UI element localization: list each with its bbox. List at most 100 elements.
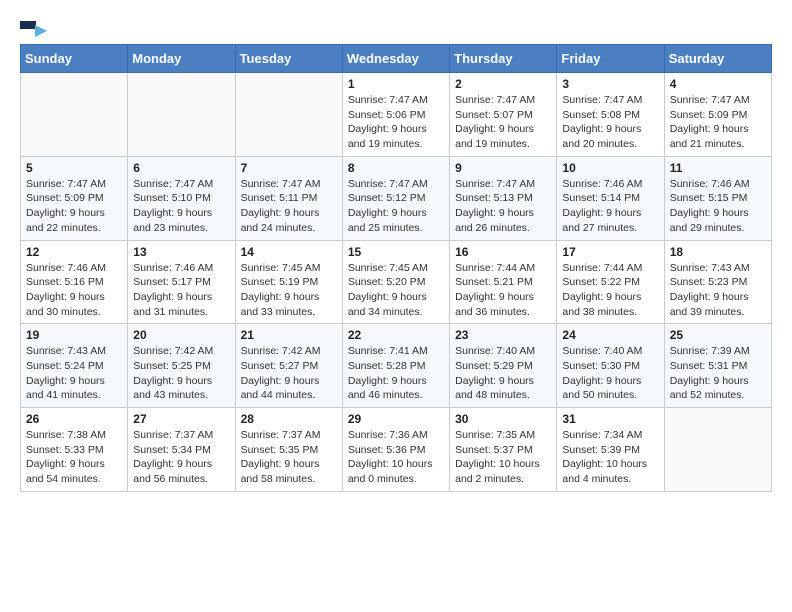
calendar-cell <box>664 408 771 492</box>
day-info: Sunrise: 7:37 AM Sunset: 5:34 PM Dayligh… <box>133 428 229 487</box>
calendar-cell: 8 Sunrise: 7:47 AM Sunset: 5:12 PM Daylig… <box>342 156 449 240</box>
calendar-cell: 7 Sunrise: 7:47 AM Sunset: 5:11 PM Daylig… <box>235 156 342 240</box>
day-number: 29 <box>348 412 444 426</box>
day-info: Sunrise: 7:42 AM Sunset: 5:25 PM Dayligh… <box>133 344 229 403</box>
day-number: 6 <box>133 161 229 175</box>
calendar-cell: 29 Sunrise: 7:36 AM Sunset: 5:36 PM Dayli… <box>342 408 449 492</box>
day-number: 1 <box>348 77 444 91</box>
day-number: 12 <box>26 245 122 259</box>
weekday-header-monday: Monday <box>128 45 235 73</box>
day-number: 31 <box>562 412 658 426</box>
weekday-header-sunday: Sunday <box>21 45 128 73</box>
calendar-cell: 31 Sunrise: 7:34 AM Sunset: 5:39 PM Dayli… <box>557 408 664 492</box>
day-info: Sunrise: 7:47 AM Sunset: 5:09 PM Dayligh… <box>26 177 122 236</box>
day-info: Sunrise: 7:40 AM Sunset: 5:29 PM Dayligh… <box>455 344 551 403</box>
calendar-week-row: 26 Sunrise: 7:38 AM Sunset: 5:33 PM Dayli… <box>21 408 772 492</box>
calendar-cell: 28 Sunrise: 7:37 AM Sunset: 5:35 PM Dayli… <box>235 408 342 492</box>
calendar-table: SundayMondayTuesdayWednesdayThursdayFrid… <box>20 44 772 492</box>
calendar-cell: 6 Sunrise: 7:47 AM Sunset: 5:10 PM Daylig… <box>128 156 235 240</box>
calendar-cell: 11 Sunrise: 7:46 AM Sunset: 5:15 PM Dayli… <box>664 156 771 240</box>
day-info: Sunrise: 7:47 AM Sunset: 5:13 PM Dayligh… <box>455 177 551 236</box>
weekday-header-tuesday: Tuesday <box>235 45 342 73</box>
day-number: 15 <box>348 245 444 259</box>
day-number: 19 <box>26 328 122 342</box>
calendar-cell: 24 Sunrise: 7:40 AM Sunset: 5:30 PM Dayli… <box>557 324 664 408</box>
calendar-cell: 4 Sunrise: 7:47 AM Sunset: 5:09 PM Daylig… <box>664 73 771 157</box>
day-number: 14 <box>241 245 337 259</box>
calendar-cell: 20 Sunrise: 7:42 AM Sunset: 5:25 PM Dayli… <box>128 324 235 408</box>
calendar-cell: 21Sunrise: 7:42 AM Sunset: 5:27 PM Dayli… <box>235 324 342 408</box>
day-number: 7 <box>241 161 337 175</box>
calendar-cell: 25Sunrise: 7:39 AM Sunset: 5:31 PM Dayli… <box>664 324 771 408</box>
day-info: Sunrise: 7:46 AM Sunset: 5:16 PM Dayligh… <box>26 261 122 320</box>
calendar-cell: 18 Sunrise: 7:43 AM Sunset: 5:23 PM Dayli… <box>664 240 771 324</box>
day-number: 9 <box>455 161 551 175</box>
day-info: Sunrise: 7:47 AM Sunset: 5:09 PM Dayligh… <box>670 93 766 152</box>
day-number: 5 <box>26 161 122 175</box>
day-info: Sunrise: 7:46 AM Sunset: 5:15 PM Dayligh… <box>670 177 766 236</box>
day-number: 27 <box>133 412 229 426</box>
day-info: Sunrise: 7:42 AM Sunset: 5:27 PM Dayligh… <box>241 344 337 403</box>
day-info: Sunrise: 7:43 AM Sunset: 5:23 PM Dayligh… <box>670 261 766 320</box>
calendar-week-row: 5 Sunrise: 7:47 AM Sunset: 5:09 PM Daylig… <box>21 156 772 240</box>
day-number: 20 <box>133 328 229 342</box>
calendar-cell: 19Sunrise: 7:43 AM Sunset: 5:24 PM Dayli… <box>21 324 128 408</box>
logo <box>20 16 36 34</box>
day-number: 26 <box>26 412 122 426</box>
page-header <box>20 16 772 34</box>
day-info: Sunrise: 7:40 AM Sunset: 5:30 PM Dayligh… <box>562 344 658 403</box>
day-number: 4 <box>670 77 766 91</box>
day-number: 11 <box>670 161 766 175</box>
day-info: Sunrise: 7:34 AM Sunset: 5:39 PM Dayligh… <box>562 428 658 487</box>
calendar-cell: 2Sunrise: 7:47 AM Sunset: 5:07 PM Daylig… <box>450 73 557 157</box>
day-info: Sunrise: 7:35 AM Sunset: 5:37 PM Dayligh… <box>455 428 551 487</box>
calendar-cell <box>128 73 235 157</box>
calendar-cell: 23 Sunrise: 7:40 AM Sunset: 5:29 PM Dayli… <box>450 324 557 408</box>
day-info: Sunrise: 7:47 AM Sunset: 5:07 PM Dayligh… <box>455 93 551 152</box>
day-info: Sunrise: 7:45 AM Sunset: 5:20 PM Dayligh… <box>348 261 444 320</box>
day-number: 16 <box>455 245 551 259</box>
day-info: Sunrise: 7:44 AM Sunset: 5:22 PM Dayligh… <box>562 261 658 320</box>
day-info: Sunrise: 7:47 AM Sunset: 5:06 PM Dayligh… <box>348 93 444 152</box>
day-info: Sunrise: 7:47 AM Sunset: 5:11 PM Dayligh… <box>241 177 337 236</box>
day-number: 23 <box>455 328 551 342</box>
calendar-cell: 22 Sunrise: 7:41 AM Sunset: 5:28 PM Dayli… <box>342 324 449 408</box>
day-number: 3 <box>562 77 658 91</box>
logo-arrow-icon <box>35 25 47 37</box>
page-container: SundayMondayTuesdayWednesdayThursdayFrid… <box>0 0 792 508</box>
calendar-cell: 27 Sunrise: 7:37 AM Sunset: 5:34 PM Dayli… <box>128 408 235 492</box>
day-number: 8 <box>348 161 444 175</box>
day-info: Sunrise: 7:36 AM Sunset: 5:36 PM Dayligh… <box>348 428 444 487</box>
day-info: Sunrise: 7:38 AM Sunset: 5:33 PM Dayligh… <box>26 428 122 487</box>
day-info: Sunrise: 7:47 AM Sunset: 5:08 PM Dayligh… <box>562 93 658 152</box>
calendar-cell: 9 Sunrise: 7:47 AM Sunset: 5:13 PM Daylig… <box>450 156 557 240</box>
day-info: Sunrise: 7:44 AM Sunset: 5:21 PM Dayligh… <box>455 261 551 320</box>
day-info: Sunrise: 7:47 AM Sunset: 5:10 PM Dayligh… <box>133 177 229 236</box>
calendar-cell: 30 Sunrise: 7:35 AM Sunset: 5:37 PM Dayli… <box>450 408 557 492</box>
calendar-week-row: 1 Sunrise: 7:47 AM Sunset: 5:06 PM Daylig… <box>21 73 772 157</box>
calendar-week-row: 12 Sunrise: 7:46 AM Sunset: 5:16 PM Dayli… <box>21 240 772 324</box>
day-info: Sunrise: 7:37 AM Sunset: 5:35 PM Dayligh… <box>241 428 337 487</box>
calendar-cell: 16 Sunrise: 7:44 AM Sunset: 5:21 PM Dayli… <box>450 240 557 324</box>
calendar-cell: 12 Sunrise: 7:46 AM Sunset: 5:16 PM Dayli… <box>21 240 128 324</box>
day-number: 30 <box>455 412 551 426</box>
weekday-header-friday: Friday <box>557 45 664 73</box>
day-info: Sunrise: 7:47 AM Sunset: 5:12 PM Dayligh… <box>348 177 444 236</box>
day-info: Sunrise: 7:45 AM Sunset: 5:19 PM Dayligh… <box>241 261 337 320</box>
day-number: 25 <box>670 328 766 342</box>
calendar-cell: 15 Sunrise: 7:45 AM Sunset: 5:20 PM Dayli… <box>342 240 449 324</box>
calendar-cell <box>235 73 342 157</box>
day-info: Sunrise: 7:46 AM Sunset: 5:14 PM Dayligh… <box>562 177 658 236</box>
day-number: 17 <box>562 245 658 259</box>
calendar-cell: 1 Sunrise: 7:47 AM Sunset: 5:06 PM Daylig… <box>342 73 449 157</box>
day-number: 28 <box>241 412 337 426</box>
day-number: 18 <box>670 245 766 259</box>
calendar-header-row: SundayMondayTuesdayWednesdayThursdayFrid… <box>21 45 772 73</box>
day-info: Sunrise: 7:41 AM Sunset: 5:28 PM Dayligh… <box>348 344 444 403</box>
day-number: 22 <box>348 328 444 342</box>
day-number: 13 <box>133 245 229 259</box>
calendar-cell <box>21 73 128 157</box>
calendar-cell: 10Sunrise: 7:46 AM Sunset: 5:14 PM Dayli… <box>557 156 664 240</box>
calendar-cell: 14 Sunrise: 7:45 AM Sunset: 5:19 PM Dayli… <box>235 240 342 324</box>
day-number: 24 <box>562 328 658 342</box>
